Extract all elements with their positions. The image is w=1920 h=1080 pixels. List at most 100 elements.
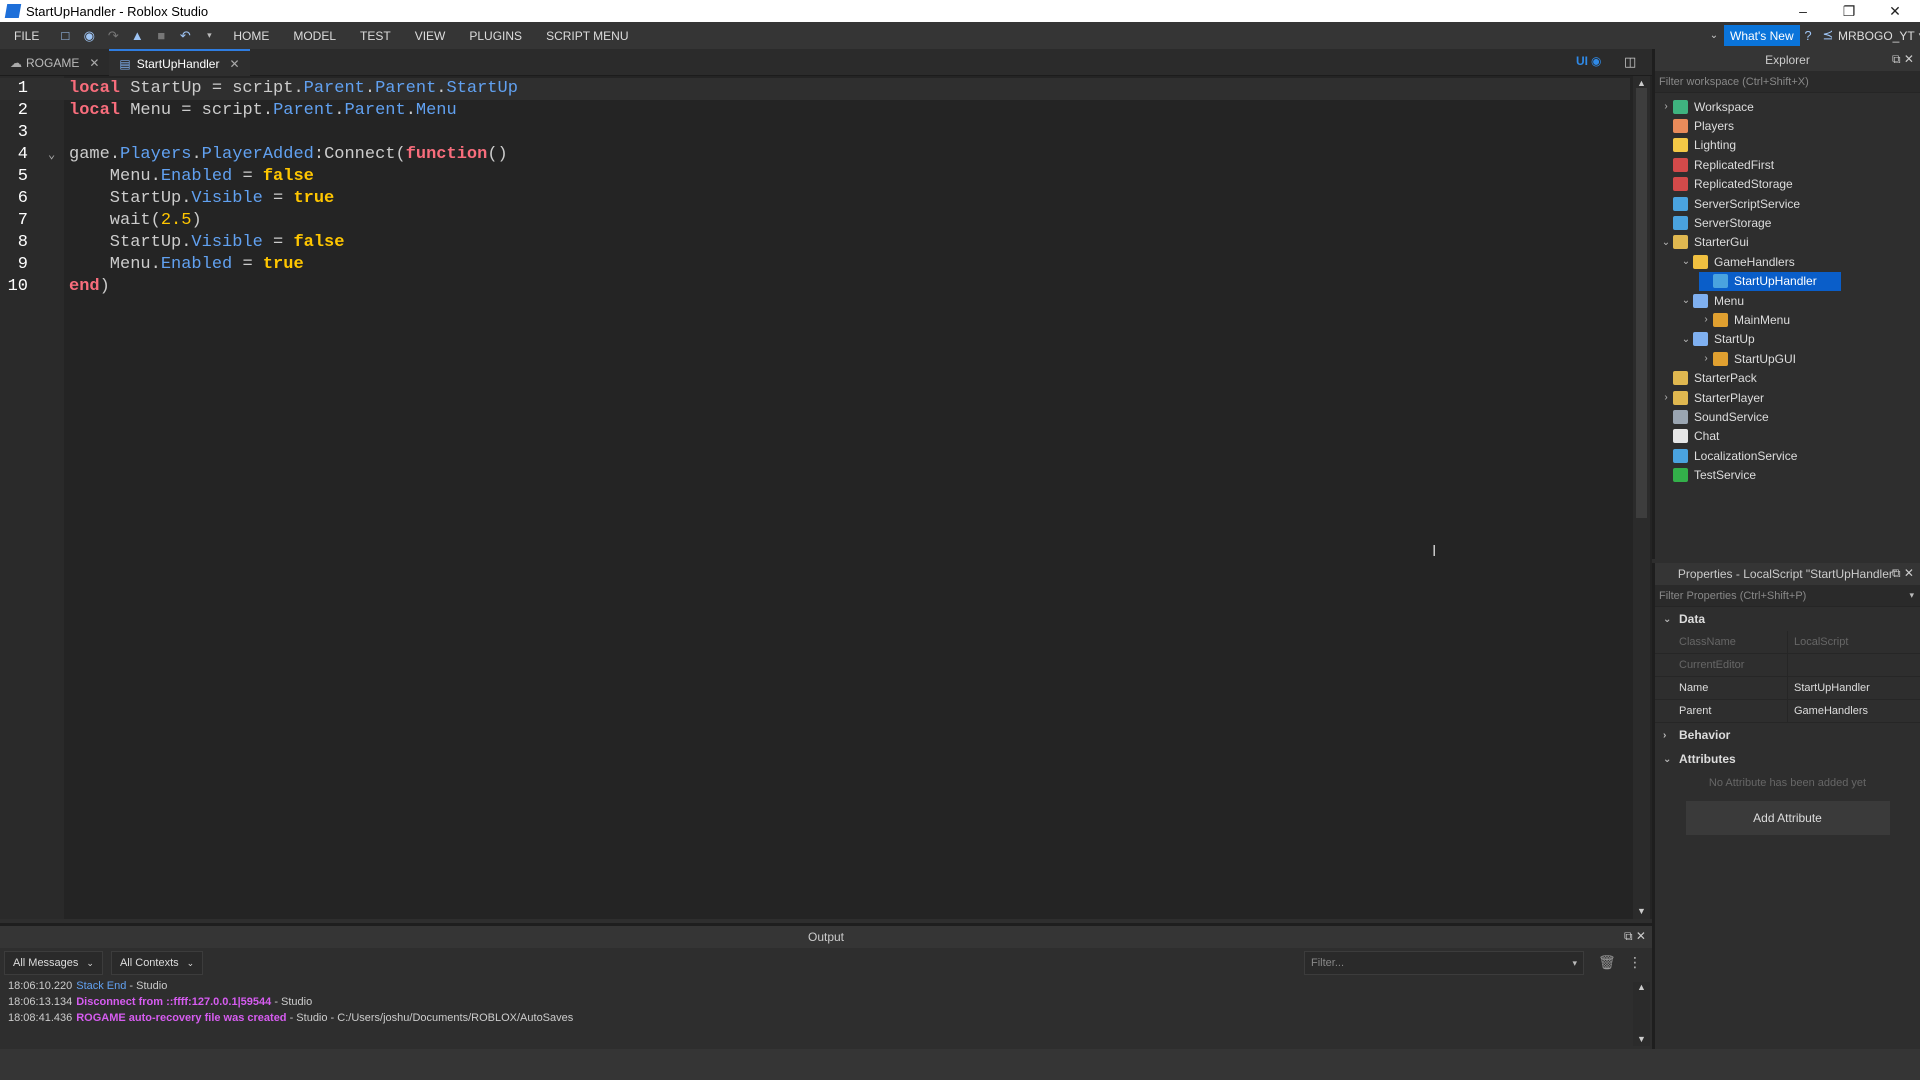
property-row[interactable]: Name StartUpHandler — [1655, 676, 1920, 700]
menu-model[interactable]: MODEL — [281, 22, 348, 49]
explorer-item[interactable]: › Workspace — [1659, 97, 1754, 116]
menu-test[interactable]: TEST — [348, 22, 403, 49]
menu-file[interactable]: FILE — [0, 22, 53, 49]
explorer-item[interactable]: Players — [1659, 116, 1734, 135]
user-menu[interactable]: MRBOGO_YT▾ — [1838, 25, 1920, 46]
code-line[interactable]: 9 Menu.Enabled = true — [0, 254, 1630, 276]
code-line[interactable]: 1 local StartUp = script.Parent.Parent.St… — [0, 78, 1630, 100]
tab-startuphandler[interactable]: ▤ StartUpHandler ✕ — [109, 49, 250, 76]
service-icon — [1673, 235, 1688, 250]
explorer-item[interactable]: SoundService — [1659, 407, 1769, 426]
whats-new-button[interactable]: What's New — [1724, 25, 1800, 46]
code-line[interactable]: 7 wait(2.5) — [0, 210, 1630, 232]
messages-filter-dropdown[interactable]: All Messages ⌄ — [4, 951, 103, 975]
menu-view[interactable]: VIEW — [403, 22, 458, 49]
section-data[interactable]: ⌄ Data — [1655, 607, 1920, 631]
menu-script-menu[interactable]: SCRIPT MENU — [534, 22, 640, 49]
new-file-icon[interactable]: □ — [57, 28, 73, 44]
explorer-item[interactable]: ⌄ Menu — [1679, 291, 1744, 310]
add-attribute-button[interactable]: Add Attribute — [1685, 801, 1890, 835]
output-filter-input[interactable]: Filter... ▾ — [1304, 951, 1584, 975]
property-row[interactable]: CurrentEditor — [1655, 653, 1920, 677]
chevron-down-icon[interactable]: ⌄ — [1706, 27, 1722, 43]
help-icon[interactable]: ? — [1800, 27, 1816, 43]
code-line[interactable]: 3 — [0, 122, 1630, 144]
service-icon — [1673, 371, 1688, 386]
explorer-item[interactable]: ⌄ GameHandlers — [1679, 252, 1795, 271]
redo-icon[interactable]: ↷ — [105, 28, 121, 44]
scroll-up-icon[interactable]: ▲ — [1637, 982, 1646, 992]
property-row[interactable]: ClassName LocalScript — [1655, 630, 1920, 654]
chevron-right-icon[interactable]: › — [1699, 353, 1713, 364]
scroll-down-icon[interactable]: ▼ — [1637, 1034, 1646, 1044]
stop-icon[interactable]: ■ — [153, 28, 169, 44]
scroll-down-icon[interactable]: ▼ — [1633, 906, 1650, 916]
explorer-item[interactable]: ServerStorage — [1659, 213, 1771, 232]
output-log: 18:06:10.220 Stack End - Studio 18:06:13.1… — [0, 978, 1652, 1026]
scroll-up-icon[interactable]: ▲ — [1633, 78, 1650, 88]
close-tab-icon[interactable]: ✕ — [229, 57, 239, 71]
menu-home[interactable]: HOME — [221, 22, 281, 49]
property-value[interactable]: GameHandlers — [1787, 699, 1920, 723]
code-line[interactable]: 4 ⌄ game.Players.PlayerAdded:Connect(funct… — [0, 144, 1630, 166]
binoculars-icon[interactable]: ◉ — [81, 28, 97, 44]
chevron-down-icon[interactable]: ▾ — [1909, 590, 1914, 601]
minimize-button[interactable]: – — [1780, 0, 1826, 22]
code-line[interactable]: 2 local Menu = script.Parent.Parent.Menu — [0, 100, 1630, 122]
scrollbar-thumb[interactable] — [1636, 88, 1647, 518]
explorer-item[interactable]: › MainMenu — [1699, 310, 1790, 329]
explorer-item[interactable]: ⌄ StarterGui — [1659, 233, 1749, 252]
explorer-item[interactable]: ReplicatedStorage — [1659, 175, 1793, 194]
undo-icon[interactable]: ↶ — [177, 28, 193, 44]
explorer-item[interactable]: StartUpHandler — [1699, 271, 1841, 291]
explorer-filter-input[interactable]: Filter workspace (Ctrl+Shift+X) — [1655, 71, 1920, 93]
ui-visibility-toggle[interactable]: UI ◉ — [1576, 54, 1601, 68]
trash-icon[interactable]: 🗑 — [1598, 954, 1616, 971]
contexts-filter-dropdown[interactable]: All Contexts ⌄ — [110, 951, 204, 975]
chevron-down-icon[interactable]: ⌄ — [1679, 295, 1693, 306]
chevron-down-icon[interactable]: ⌄ — [1679, 256, 1693, 267]
close-window-button[interactable]: ✕ — [1872, 0, 1918, 22]
property-value[interactable]: StartUpHandler — [1787, 676, 1920, 700]
output-scrollbar[interactable]: ▲ ▼ — [1633, 982, 1650, 1046]
publish-icon[interactable]: ▲ — [129, 28, 145, 44]
chevron-right-icon[interactable]: › — [1659, 101, 1673, 112]
chevron-down-icon[interactable]: ⌄ — [1679, 334, 1693, 345]
split-view-icon[interactable]: ◫ — [1624, 54, 1636, 70]
explorer-item[interactable]: › StarterPlayer — [1659, 388, 1764, 407]
code-line[interactable]: 6 StartUp.Visible = true — [0, 188, 1630, 210]
section-attributes[interactable]: ⌄ Attributes — [1655, 747, 1920, 771]
explorer-item[interactable]: ReplicatedFirst — [1659, 155, 1774, 174]
explorer-item[interactable]: Chat — [1659, 427, 1719, 446]
explorer-item[interactable]: TestService — [1659, 466, 1756, 485]
chevron-right-icon[interactable]: › — [1659, 392, 1673, 403]
panel-controls[interactable]: ⧉ ✕ — [1892, 566, 1914, 581]
panel-controls[interactable]: ⧉ ✕ — [1892, 52, 1914, 67]
chevron-down-icon[interactable]: ▾ — [1572, 958, 1577, 969]
panel-controls[interactable]: ⧉ ✕ — [1624, 929, 1646, 944]
editor-scrollbar[interactable]: ▲ ▼ — [1633, 76, 1650, 919]
undo-dropdown-icon[interactable]: ▾ — [201, 28, 217, 44]
chevron-right-icon[interactable]: › — [1699, 314, 1713, 325]
explorer-item[interactable]: LocalizationService — [1659, 446, 1797, 465]
script-editor[interactable]: 1 local StartUp = script.Parent.Parent.St… — [0, 76, 1652, 919]
property-row[interactable]: Parent GameHandlers — [1655, 699, 1920, 723]
section-behavior[interactable]: › Behavior — [1655, 723, 1920, 747]
explorer-item[interactable]: Lighting — [1659, 136, 1736, 155]
explorer-item[interactable]: ⌄ StartUp — [1679, 330, 1755, 349]
properties-filter-input[interactable]: Filter Properties (Ctrl+Shift+P) ▾ — [1655, 585, 1920, 607]
chevron-down-icon[interactable]: ⌄ — [1659, 237, 1673, 248]
code-line[interactable]: 5 Menu.Enabled = false — [0, 166, 1630, 188]
share-icon[interactable]: ⪯ — [1820, 27, 1836, 43]
restore-button[interactable]: ❐ — [1826, 0, 1872, 22]
more-options-icon[interactable]: ⋮ — [1628, 954, 1642, 971]
explorer-item[interactable]: StarterPack — [1659, 369, 1757, 388]
explorer-item[interactable]: › StartUpGUI — [1699, 349, 1796, 368]
tab-rogame[interactable]: ☁ ROGAME ✕ — [0, 49, 109, 76]
fold-chevron-icon[interactable]: ⌄ — [48, 144, 55, 166]
explorer-item[interactable]: ServerScriptService — [1659, 194, 1800, 213]
code-line[interactable]: 8 StartUp.Visible = false — [0, 232, 1630, 254]
menu-plugins[interactable]: PLUGINS — [457, 22, 534, 49]
code-line[interactable]: 10 end) — [0, 276, 1630, 298]
close-tab-icon[interactable]: ✕ — [89, 56, 99, 70]
